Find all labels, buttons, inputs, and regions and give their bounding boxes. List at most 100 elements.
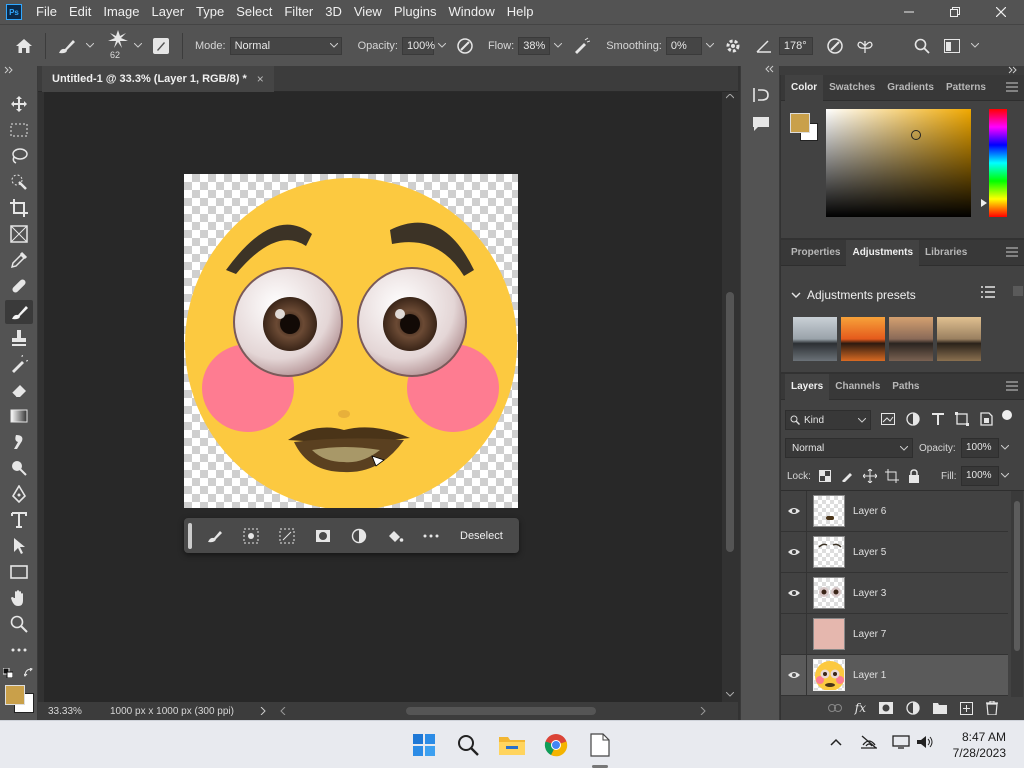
menu-window[interactable]: Window <box>442 0 500 24</box>
color-picker-cursor[interactable] <box>911 130 921 140</box>
tab-layers[interactable]: Layers <box>785 373 830 400</box>
filter-type-icon[interactable] <box>931 412 945 426</box>
lock-all-icon[interactable] <box>908 469 920 483</box>
chrome-button[interactable] <box>540 729 572 761</box>
healing-brush-tool[interactable] <box>5 274 33 298</box>
brush-size-picker[interactable]: 62 <box>106 28 130 64</box>
notepad-button[interactable] <box>584 729 616 761</box>
network-icon[interactable] <box>860 735 878 749</box>
swap-colors-icon[interactable] <box>24 668 34 678</box>
search-taskbar-button[interactable] <box>452 729 484 761</box>
new-layer-button[interactable] <box>960 701 973 715</box>
layer-name[interactable]: Layer 5 <box>853 547 886 558</box>
color-panel-foreground-swatch[interactable] <box>790 113 810 133</box>
start-button[interactable] <box>408 729 440 761</box>
new-adjustment-layer-button[interactable] <box>906 701 920 715</box>
history-panel-button[interactable] <box>752 86 770 104</box>
status-expand-icon[interactable] <box>260 707 266 715</box>
menu-help[interactable]: Help <box>501 0 540 24</box>
layer-row-layer-6[interactable]: Layer 6 <box>781 490 1008 532</box>
tab-color[interactable]: Color <box>785 74 824 101</box>
marquee-tool[interactable] <box>5 118 33 142</box>
preset-thumbnail-2[interactable] <box>841 317 885 361</box>
brush-tool[interactable] <box>5 300 33 324</box>
menu-image[interactable]: Image <box>97 0 145 24</box>
add-mask-button[interactable] <box>879 702 893 714</box>
preset-thumbnail-3[interactable] <box>889 317 933 361</box>
invert-selection-button[interactable] <box>272 522 302 550</box>
opacity-input[interactable]: 100% <box>401 36 435 55</box>
flow-dropdown[interactable] <box>550 37 566 55</box>
new-group-button[interactable] <box>933 702 947 714</box>
adjustments-scrollbar[interactable] <box>1013 286 1023 296</box>
menu-filter[interactable]: Filter <box>278 0 319 24</box>
expand-panels-icon[interactable] <box>765 65 775 73</box>
lock-artboard-icon[interactable] <box>885 469 899 483</box>
fill-selection-button[interactable] <box>380 522 410 550</box>
layer-name[interactable]: Layer 1 <box>853 670 886 681</box>
mode-select[interactable]: Normal <box>229 36 342 55</box>
lock-transparent-pixels-icon[interactable] <box>819 470 831 482</box>
brush-tool-preset-button[interactable] <box>55 34 79 58</box>
filter-pixel-icon[interactable] <box>881 413 895 425</box>
panel-menu-icon[interactable] <box>1006 82 1018 92</box>
hue-slider[interactable] <box>981 109 1007 217</box>
filter-toggle-switch[interactable] <box>1002 410 1012 420</box>
gradient-tool[interactable] <box>5 404 33 428</box>
scroll-down-icon[interactable] <box>726 692 734 697</box>
brush-size-dropdown[interactable] <box>130 37 146 55</box>
dodge-tool[interactable] <box>5 456 33 480</box>
adjustments-presets-header[interactable]: Adjustments presets <box>791 288 916 302</box>
system-clock[interactable]: 8:47 AM 7/28/2023 <box>953 729 1006 761</box>
menu-3d[interactable]: 3D <box>319 0 348 24</box>
layers-scrollbar[interactable] <box>1011 491 1023 697</box>
link-layers-button[interactable] <box>827 704 842 712</box>
presets-list-view-icon[interactable] <box>981 286 995 298</box>
filter-adjustment-icon[interactable] <box>906 412 920 426</box>
smudge-tool[interactable] <box>5 430 33 454</box>
filter-smart-object-icon[interactable] <box>979 412 993 426</box>
clone-stamp-tool[interactable] <box>5 326 33 350</box>
opacity-dropdown[interactable] <box>434 37 450 55</box>
tab-channels[interactable]: Channels <box>829 374 886 400</box>
layer-opacity-dropdown[interactable] <box>1001 445 1009 450</box>
brush-preset-dropdown[interactable] <box>82 37 98 55</box>
pressure-opacity-button[interactable] <box>453 34 477 58</box>
layer-name[interactable]: Layer 3 <box>853 588 886 599</box>
lock-position-icon[interactable] <box>863 469 877 483</box>
document-tab[interactable]: Untitled-1 @ 33.3% (Layer 1, RGB/8) * × <box>42 66 274 92</box>
display-icon[interactable] <box>892 735 910 749</box>
path-selection-tool[interactable] <box>5 534 33 558</box>
tab-libraries[interactable]: Libraries <box>919 240 973 266</box>
menu-select[interactable]: Select <box>230 0 278 24</box>
visibility-toggle[interactable] <box>781 531 807 573</box>
blend-mode-select[interactable]: Normal <box>785 438 913 458</box>
zoom-tool[interactable] <box>5 612 33 636</box>
rectangle-tool[interactable] <box>5 560 33 584</box>
frame-tool[interactable] <box>5 222 33 246</box>
adjustment-layer-button[interactable] <box>344 522 374 550</box>
layer-name[interactable]: Layer 6 <box>853 506 886 517</box>
pressure-size-button[interactable] <box>823 34 847 58</box>
collapse-panels-icon[interactable] <box>1008 66 1018 74</box>
layer-row-layer-5[interactable]: Layer 5 <box>781 531 1008 573</box>
delete-layer-button[interactable] <box>986 701 998 715</box>
eraser-tool[interactable] <box>5 378 33 402</box>
more-options-button[interactable] <box>416 522 446 550</box>
home-button[interactable] <box>12 34 36 58</box>
task-bar-handle[interactable] <box>188 522 192 549</box>
close-tab-button[interactable]: × <box>257 72 264 86</box>
menu-plugins[interactable]: Plugins <box>388 0 443 24</box>
symmetry-button[interactable] <box>853 34 877 58</box>
panel-menu-icon[interactable] <box>1006 381 1018 391</box>
pen-tool[interactable] <box>5 482 33 506</box>
tab-adjustments[interactable]: Adjustments <box>846 239 920 266</box>
select-and-mask-button[interactable] <box>236 522 266 550</box>
workspace-dropdown[interactable] <box>967 37 983 55</box>
layer-row-layer-7[interactable]: Layer 7 <box>781 613 1008 655</box>
airbrush-button[interactable] <box>569 34 593 58</box>
select-subject-button[interactable] <box>200 522 230 550</box>
layer-name[interactable]: Layer 7 <box>853 629 886 640</box>
tab-patterns[interactable]: Patterns <box>940 75 992 101</box>
menu-layer[interactable]: Layer <box>146 0 191 24</box>
